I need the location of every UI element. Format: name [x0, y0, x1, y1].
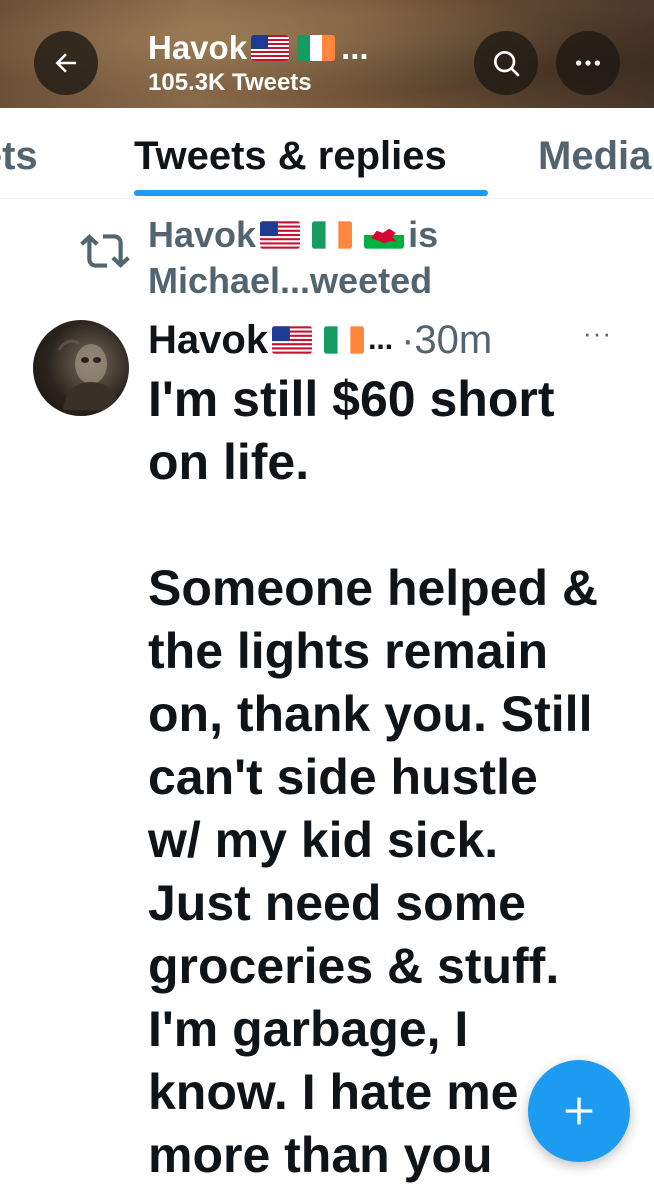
tweet-more-button[interactable]: ··· [583, 318, 612, 349]
retweet-context-suffix: is [408, 214, 439, 255]
compose-tweet-button[interactable] [528, 1060, 630, 1162]
retweet-context-line1: Havok is [148, 212, 588, 258]
header-name: Havok ... [148, 30, 369, 66]
more-button[interactable] [556, 31, 620, 95]
tweet-count: 105.3K Tweets [148, 69, 312, 96]
tweet-timestamp[interactable]: ·30m [401, 316, 492, 364]
search-icon [494, 51, 520, 77]
retweet-context[interactable]: Havok is Michael...weeted [148, 212, 588, 304]
back-button[interactable] [34, 31, 98, 95]
tab-tweets[interactable]: Tweets [0, 132, 38, 180]
profile-tabs: Tweets Tweets & replies Media [0, 108, 654, 199]
tab-tweets-and-replies[interactable]: Tweets & replies [134, 132, 447, 180]
tweet-author-ellipsis: ... [368, 323, 394, 356]
header-name-ellipsis: ... [341, 29, 369, 66]
tweet-paragraph: I'm still $60 short on life. [148, 371, 555, 490]
retweet-context-line2: Michael...weeted [148, 260, 433, 301]
plus-icon [565, 1097, 593, 1125]
us-flag-icon [251, 35, 290, 61]
wales-flag-icon [364, 221, 405, 249]
tab-tweets-label: Tweets [0, 134, 38, 178]
us-flag-icon [272, 326, 313, 354]
retweeter-name: Havok [148, 214, 257, 255]
tweet-author[interactable]: Havok ... [148, 316, 393, 364]
retweet-icon [80, 226, 130, 276]
search-button[interactable] [474, 31, 538, 95]
tab-media[interactable]: Media [538, 132, 651, 180]
more-horizontal-icon [576, 60, 600, 66]
header-name-text: Havok [148, 29, 248, 66]
profile-header: Havok ... 105.3K Tweets [0, 0, 654, 108]
us-flag-icon [260, 221, 301, 249]
ireland-flag-icon [324, 326, 365, 354]
avatar-image [57, 339, 121, 410]
ireland-flag-icon [297, 35, 336, 61]
header-title-block: Havok ... 105.3K Tweets [148, 30, 369, 98]
avatar[interactable] [33, 320, 129, 416]
profile-page: Havok ... 105.3K Tweets ts Tweets & repl… [0, 0, 654, 1200]
tweet-header: Havok ... ·30m [148, 316, 492, 364]
active-tab-indicator [134, 190, 488, 196]
arrow-left-icon [55, 53, 76, 73]
ireland-flag-icon [312, 221, 353, 249]
tweet-author-name: Havok [148, 318, 269, 362]
